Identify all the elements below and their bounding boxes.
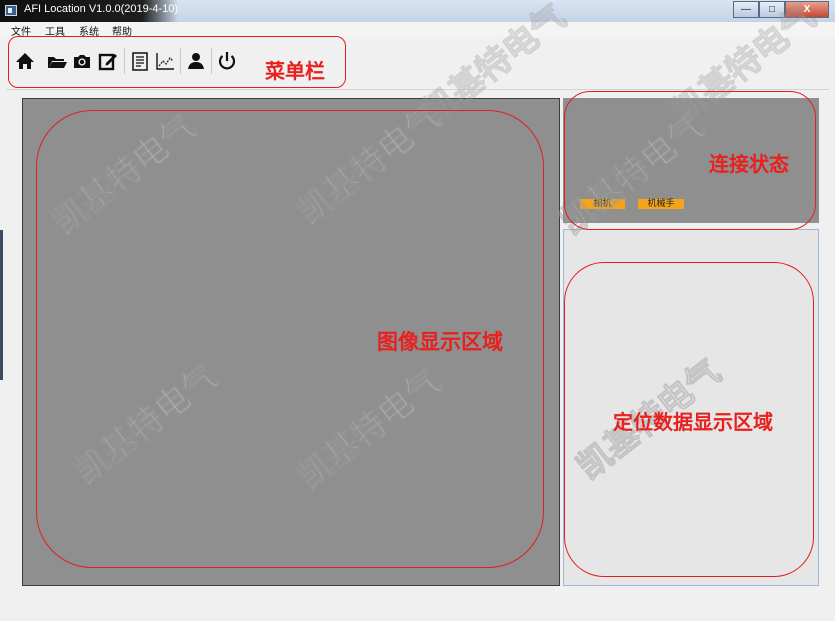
app-icon bbox=[5, 5, 17, 16]
menu-bar: 文件 工具 系统 帮助 bbox=[0, 22, 835, 38]
connection-status-annotation-label: 连接状态 bbox=[709, 152, 789, 176]
window-edge bbox=[0, 230, 3, 380]
title-bar: AFI Location V1.0.0(2019-4-10) — □ X bbox=[0, 0, 835, 23]
window-title: AFI Location V1.0.0(2019-4-10) bbox=[24, 3, 179, 15]
minimize-button[interactable]: — bbox=[733, 1, 759, 18]
image-area-annotation-label: 图像显示区域 bbox=[377, 330, 503, 354]
position-data-annotation-label: 定位数据显示区域 bbox=[613, 410, 773, 434]
menubar-annotation-label: 菜单栏 bbox=[265, 59, 325, 83]
